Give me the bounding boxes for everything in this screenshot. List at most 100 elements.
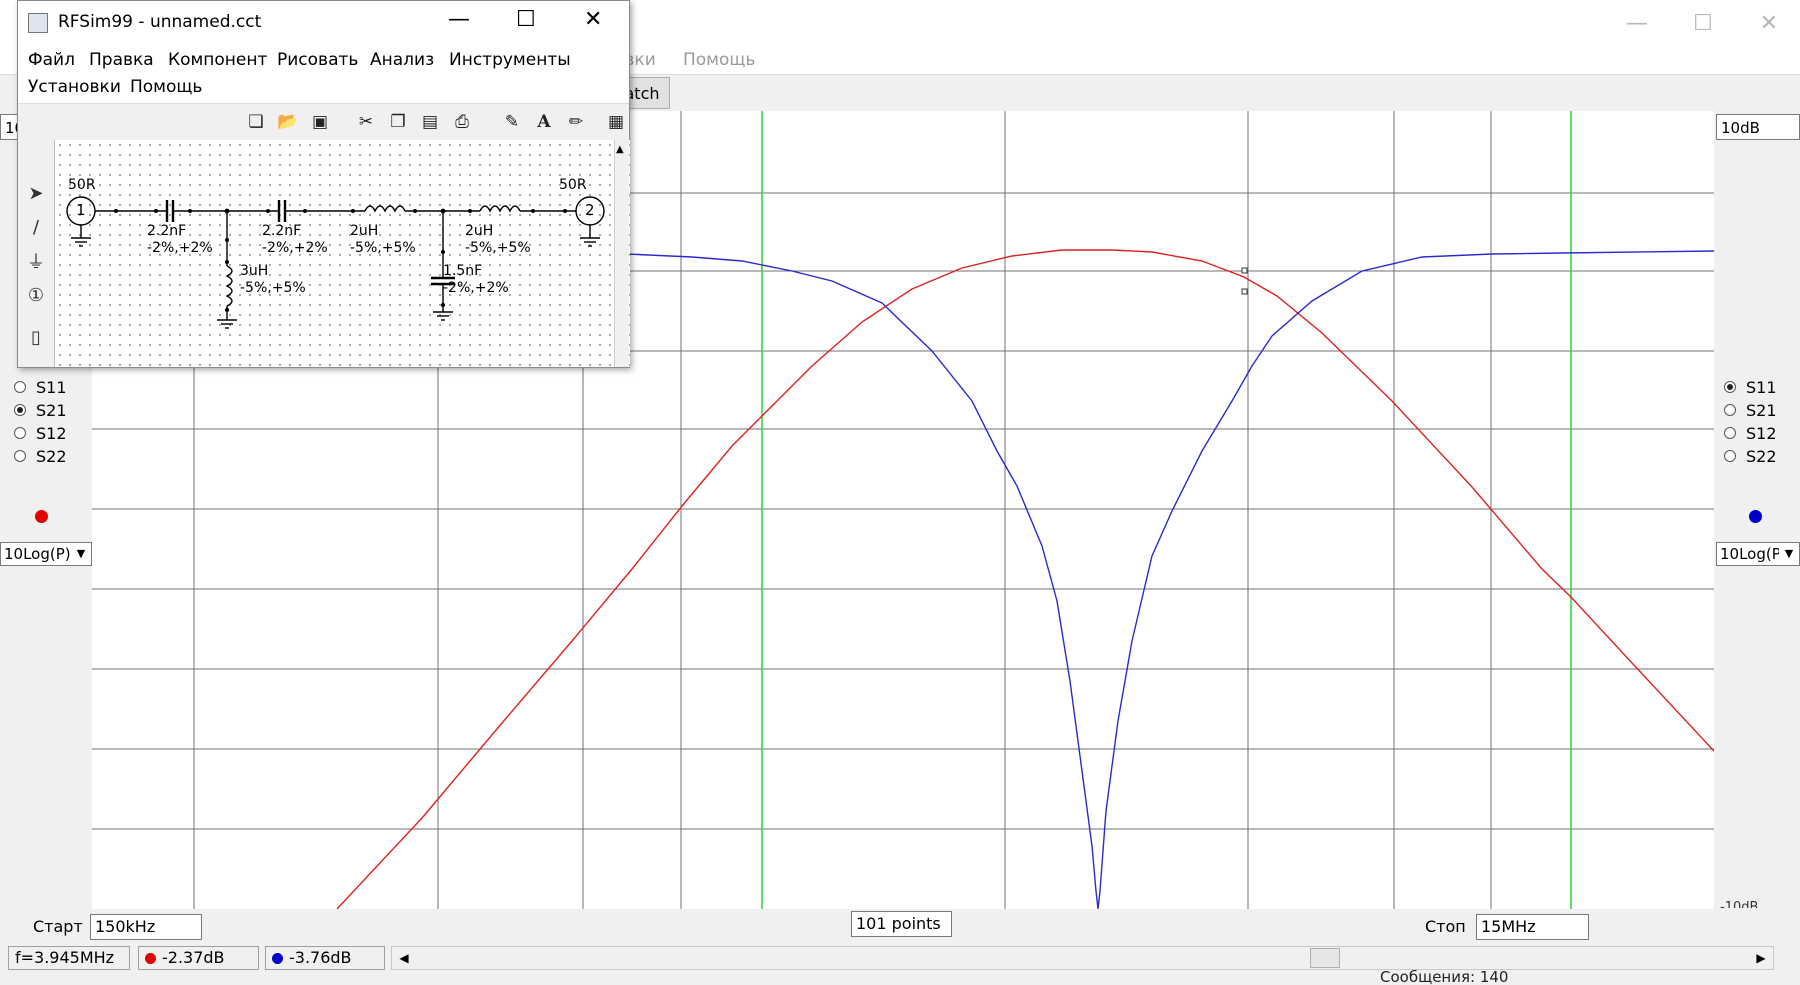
status-red-text: -2.37dB: [162, 948, 225, 967]
port2-name: 50R: [559, 177, 587, 193]
l1-value: 2uH: [350, 223, 379, 239]
chevron-down-icon[interactable]: ▼: [71, 543, 91, 565]
l-shunt-value: 3uH: [240, 263, 269, 279]
schematic-close-button[interactable]: ✕: [584, 7, 602, 32]
blue-dot-icon: [272, 952, 283, 964]
ground-icon[interactable]: ⏚: [24, 248, 48, 274]
scroll-up-icon[interactable]: ▲: [616, 144, 624, 155]
l2-tolerance: -5%,+5%: [465, 240, 531, 256]
radio-selected-icon: [1724, 381, 1736, 393]
scroll-right-icon[interactable]: ▶: [1749, 947, 1773, 969]
schematic-window: RFSim99 - unnamed.cct — ☐ ✕ Файл Правка …: [17, 0, 630, 368]
component-tool-icon[interactable]: ▯: [24, 324, 48, 350]
text-tool-icon[interactable]: A: [532, 110, 556, 134]
schematic-vertical-scrollbar[interactable]: ▲: [614, 140, 629, 367]
main-minimize-button[interactable]: —: [1604, 0, 1670, 46]
schematic-toolbar: ❏ 📂 ▣ ✂ ❐ ▤ ⎙ ✎ A ✏ ▦: [18, 103, 629, 141]
right-format-value: 10Log(P): [1720, 545, 1787, 563]
left-format-value: 10Log(P): [4, 545, 71, 563]
radio-selected-icon: [14, 404, 26, 416]
radio-icon: [14, 450, 26, 462]
right-radio-s22[interactable]: S22: [1724, 445, 1777, 467]
status-red-value: -2.37dB: [138, 946, 259, 970]
scroll-left-icon[interactable]: ◀: [392, 947, 416, 969]
c-shunt-tolerance: -2%,+2%: [443, 280, 509, 296]
status-blue-value: -3.76dB: [265, 946, 385, 970]
menu-draw[interactable]: Рисовать: [277, 50, 358, 70]
menu-settings[interactable]: Установки: [28, 77, 121, 97]
right-format-select[interactable]: 10Log(P) ▼: [1716, 542, 1800, 566]
l2-coil: [479, 205, 521, 213]
points-input[interactable]: 101 points: [851, 911, 952, 937]
right-radio-s21[interactable]: S21: [1724, 399, 1777, 421]
app-icon: [28, 13, 48, 33]
scroll-thumb[interactable]: [1310, 948, 1340, 968]
main-maximize-button[interactable]: ☐: [1670, 0, 1736, 46]
paste-icon[interactable]: ▤: [418, 110, 442, 134]
l2-value: 2uH: [465, 223, 494, 239]
new-file-icon[interactable]: ❏: [244, 110, 268, 134]
left-radio-s11-label: S11: [36, 377, 67, 397]
right-trace-color-dot[interactable]: [1749, 510, 1762, 523]
main-close-button[interactable]: ✕: [1736, 0, 1800, 46]
left-radio-s21-label: S21: [36, 400, 67, 420]
cursor-marker-red: [1241, 267, 1248, 274]
chevron-down-icon[interactable]: ▼: [1779, 543, 1799, 565]
print-icon[interactable]: ⎙: [450, 110, 474, 134]
open-folder-icon[interactable]: 📂: [276, 110, 300, 134]
right-radio-s12[interactable]: S12: [1724, 422, 1777, 444]
menu-file[interactable]: Файл: [28, 50, 75, 70]
c2-tolerance: -2%,+2%: [262, 240, 328, 256]
left-format-select[interactable]: 10Log(P) ▼: [0, 542, 92, 566]
stop-label: Стоп: [1425, 917, 1466, 936]
schematic-minimize-button[interactable]: —: [448, 7, 470, 32]
stop-frequency-input[interactable]: 15MHz: [1476, 914, 1589, 940]
copy-icon[interactable]: ❐: [386, 110, 410, 134]
horizontal-scrollbar[interactable]: ◀ ▶: [391, 946, 1774, 970]
port1-number: 1: [76, 201, 86, 219]
menu-help[interactable]: Помощь: [130, 77, 202, 97]
cursor-marker-blue: [1241, 288, 1248, 295]
right-radio-s22-label: S22: [1746, 446, 1777, 466]
s11-trace: [626, 250, 1714, 909]
l-shunt-coil: [225, 265, 233, 307]
menu-analysis[interactable]: Анализ: [370, 50, 434, 70]
left-radio-s11[interactable]: S11: [14, 376, 67, 398]
left-radio-s22[interactable]: S22: [14, 445, 67, 467]
l1-coil: [364, 205, 406, 213]
menu-edit[interactable]: Правка: [89, 50, 154, 70]
right-radio-s21-label: S21: [1746, 400, 1777, 420]
save-icon[interactable]: ▣: [308, 110, 332, 134]
wire-tool-icon[interactable]: ∕: [24, 214, 48, 240]
pencil-icon[interactable]: ✏: [564, 110, 588, 134]
left-trace-color-dot[interactable]: [35, 510, 48, 523]
radio-icon: [1724, 427, 1736, 439]
left-radio-s21[interactable]: S21: [14, 399, 67, 421]
schematic-tool-palette: ➤ ∕ ⏚ ① ▯: [18, 140, 55, 367]
port2-number: 2: [585, 201, 595, 219]
status-blue-text: -3.76dB: [289, 948, 352, 967]
port-tool-icon[interactable]: ①: [24, 282, 48, 308]
l1-tolerance: -5%,+5%: [350, 240, 416, 256]
schematic-maximize-button[interactable]: ☐: [516, 7, 536, 32]
select-arrow-icon[interactable]: ➤: [24, 180, 48, 206]
cut-icon[interactable]: ✂: [354, 110, 378, 134]
right-scale-top[interactable]: 10dB: [1716, 114, 1800, 140]
right-radio-s11[interactable]: S11: [1724, 376, 1777, 398]
radio-icon: [14, 381, 26, 393]
red-dot-icon: [145, 952, 156, 964]
left-radio-s12[interactable]: S12: [14, 422, 67, 444]
probe-icon[interactable]: ✎: [500, 110, 524, 134]
right-trace-panel: 10dB S11 S21 S12 S22 10Log(P) ▼ -10dB: [1714, 111, 1800, 908]
schematic-menubar: Файл Правка Компонент Рисовать Анализ Ин…: [18, 45, 629, 103]
menu-tools[interactable]: Инструменты: [449, 50, 571, 70]
right-radio-s12-label: S12: [1746, 423, 1777, 443]
menu-component[interactable]: Компонент: [168, 50, 267, 70]
status-frequency: f=3.945MHz: [8, 946, 130, 970]
main-menu-help[interactable]: Помощь: [683, 50, 755, 70]
c1-tolerance: -2%,+2%: [147, 240, 213, 256]
calculator-icon[interactable]: ▦: [604, 110, 628, 134]
start-frequency-input[interactable]: 150kHz: [90, 914, 202, 940]
left-radio-s12-label: S12: [36, 423, 67, 443]
schematic-title-bar: RFSim99 - unnamed.cct — ☐ ✕: [18, 1, 629, 45]
